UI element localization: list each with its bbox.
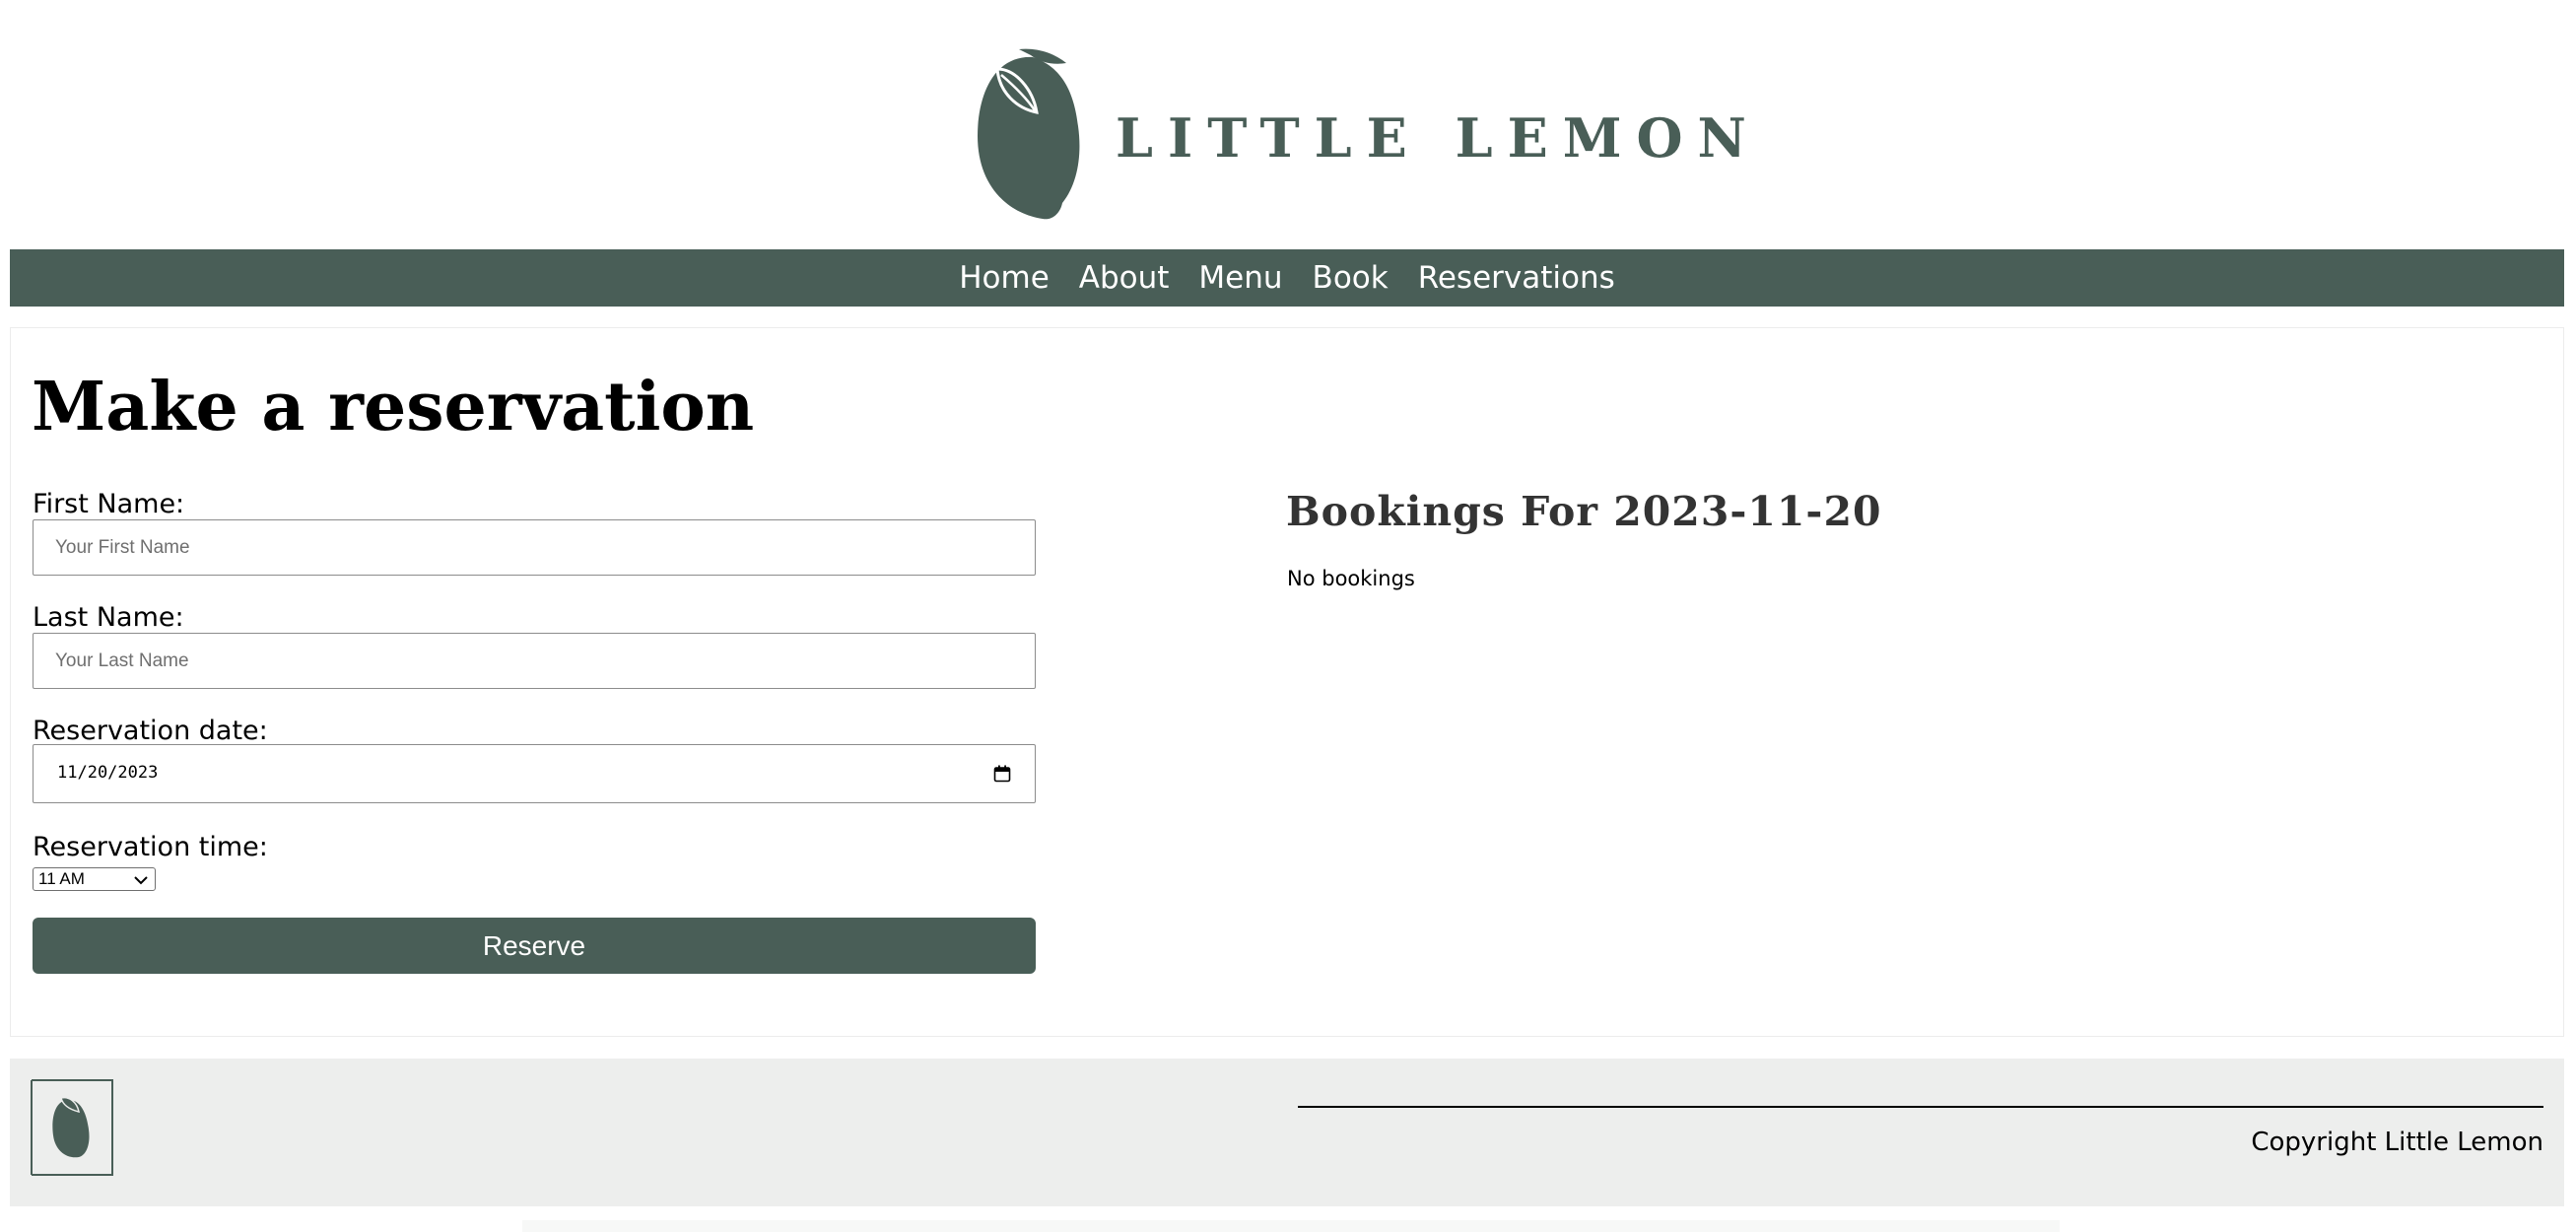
nav-about[interactable]: About: [1079, 249, 1170, 307]
site-footer: Copyright Little Lemon: [10, 1059, 2564, 1206]
last-name-label: Last Name:: [33, 602, 184, 633]
reservation-date-input[interactable]: 11/20/2023: [33, 744, 1036, 803]
reservation-time-value: 11 AM: [38, 869, 85, 888]
nav-home[interactable]: Home: [959, 249, 1050, 307]
footer-lemon-logo-icon[interactable]: [30, 1078, 114, 1177]
reservation-time-select[interactable]: 11 AM: [33, 867, 156, 891]
last-name-input[interactable]: [33, 633, 1036, 689]
nav-menu[interactable]: Menu: [1198, 249, 1282, 307]
footer-divider: [1298, 1106, 2543, 1108]
first-name-input[interactable]: [33, 519, 1036, 576]
nav-book[interactable]: Book: [1313, 249, 1389, 307]
nav-reservations[interactable]: Reservations: [1418, 249, 1615, 307]
page-title: Make a reservation: [32, 368, 755, 446]
reservation-time-label: Reservation time:: [33, 832, 268, 862]
brand-logo[interactable]: LITTLE LEMON: [976, 45, 1746, 223]
page-bottom-band: [522, 1220, 2060, 1232]
first-name-label: First Name:: [33, 489, 185, 519]
reservation-panel: Make a reservation First Name: Last Name…: [10, 327, 2564, 1037]
brand-name: LITTLE LEMON: [1116, 106, 1761, 170]
main-nav: Home About Menu Book Reservations: [10, 249, 2564, 307]
reservation-date-label: Reservation date:: [33, 716, 268, 746]
reserve-button[interactable]: Reserve: [33, 918, 1036, 974]
reservation-date-value: 11/20/2023: [57, 763, 159, 783]
bookings-title: Bookings For 2023-11-20: [1286, 488, 1882, 535]
bookings-empty-message: No bookings: [1287, 567, 1415, 590]
lemon-logo-icon: [978, 48, 1080, 220]
site-header: LITTLE LEMON: [0, 0, 2576, 249]
copyright-text: Copyright Little Lemon: [2251, 1128, 2543, 1157]
calendar-icon[interactable]: [993, 765, 1011, 783]
chevron-down-icon: [134, 876, 148, 885]
